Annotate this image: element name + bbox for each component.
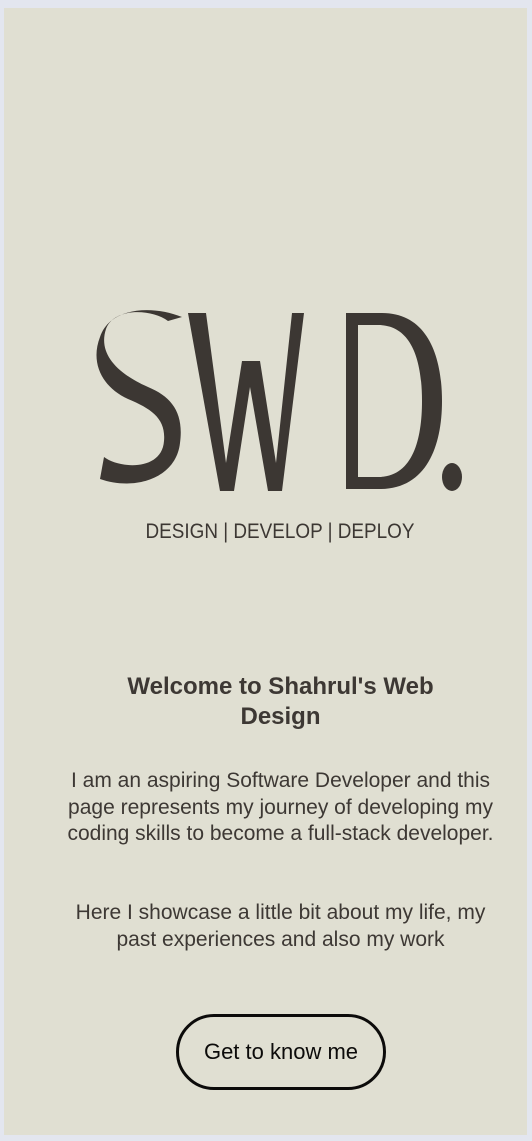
get-to-know-me-button[interactable]: Get to know me [176, 1014, 386, 1090]
intro-paragraph-1: I am an aspiring Software Developer and … [67, 769, 494, 845]
intro-paragraph-2: Here I showcase a little bit about my li… [75, 901, 486, 951]
welcome-heading: Welcome to Shahrul's Web Design [127, 673, 434, 730]
hero-tagline: DESIGN | DEVELOP | DEPLOY [145, 520, 415, 543]
page-container: DESIGN | DEVELOP | DEPLOY Welcome to Sha… [4, 8, 527, 1135]
swd-logo-icon [96, 310, 462, 491]
hero-logo [4, 293, 527, 513]
